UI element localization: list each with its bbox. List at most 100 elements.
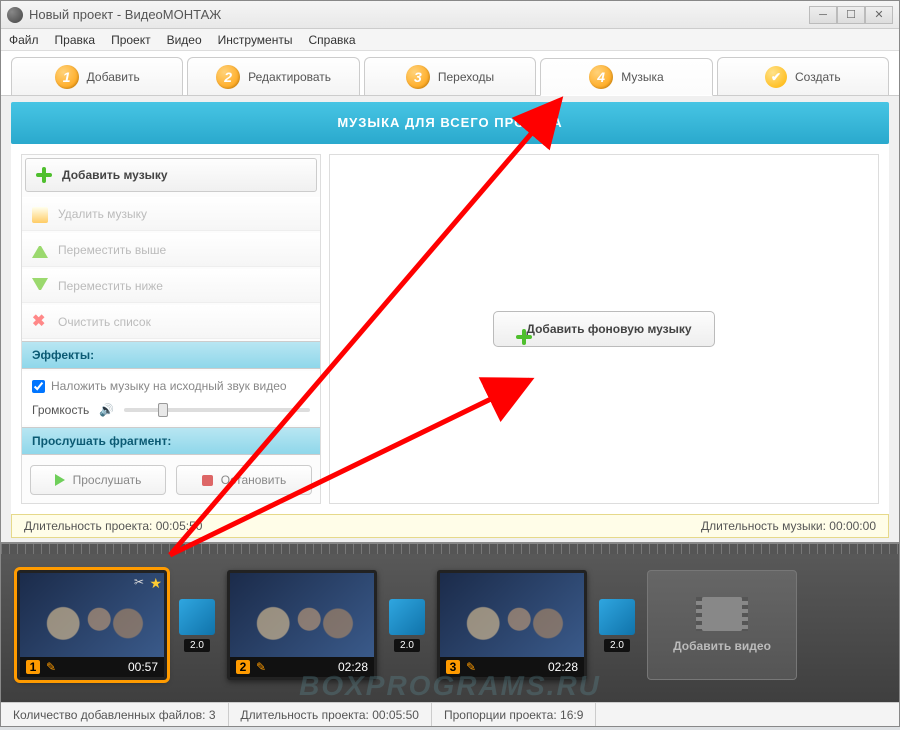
window-title: Новый проект - ВидеоМОНТАЖ — [29, 7, 809, 22]
menu-project[interactable]: Проект — [111, 33, 151, 47]
slider-thumb[interactable] — [158, 403, 168, 417]
aspect-ratio-label: Пропорции проекта: — [444, 708, 557, 722]
tab-add-label: Добавить — [87, 70, 140, 84]
titlebar: Новый проект - ВидеоМОНТАЖ ─ ☐ ✕ — [1, 1, 899, 29]
overlay-label: Наложить музыку на исходный звук видео — [51, 379, 287, 393]
arrow-up-icon — [32, 242, 48, 258]
section-banner: МУЗЫКА ДЛЯ ВСЕГО ПРОЕКТА — [11, 102, 889, 144]
duration-bar: Длительность проекта: 00:05:50 Длительно… — [11, 514, 889, 538]
tab-music[interactable]: 4Музыка — [540, 58, 712, 96]
volume-slider[interactable] — [124, 408, 310, 412]
play-icon — [55, 474, 65, 486]
transition-slot[interactable] — [389, 599, 425, 635]
project-duration-label: Длительность проекта: — [24, 519, 152, 533]
timeline-clip[interactable]: 3✎02:28 — [437, 570, 587, 680]
music-duration-label: Длительность музыки: — [701, 519, 826, 533]
menu-tools[interactable]: Инструменты — [218, 33, 293, 47]
timeline-clip[interactable]: 2✎02:28 — [227, 570, 377, 680]
add-video-button[interactable]: Добавить видео — [647, 570, 797, 680]
clip-thumbnail — [230, 573, 374, 657]
add-bg-music-button[interactable]: Добавить фоновую музыку — [493, 311, 714, 347]
menu-edit[interactable]: Правка — [55, 33, 96, 47]
tab-create[interactable]: ✔Создать — [717, 57, 889, 95]
stop-icon — [202, 475, 213, 486]
files-count-value: 3 — [209, 708, 216, 722]
pencil-icon[interactable]: ✎ — [256, 660, 266, 674]
plus-icon — [36, 167, 52, 183]
delete-music-label: Удалить музыку — [58, 207, 147, 221]
move-down-label: Переместить ниже — [58, 279, 163, 293]
add-video-label: Добавить видео — [673, 639, 771, 653]
speaker-icon: 🔊 — [99, 403, 114, 417]
overlay-checkbox[interactable] — [32, 380, 45, 393]
move-up-button[interactable]: Переместить выше — [22, 233, 320, 267]
scissors-icon: ✂ — [134, 575, 144, 589]
transition-duration: 2.0 — [184, 639, 210, 652]
clip-index: 1 — [26, 660, 40, 674]
close-button[interactable]: ✕ — [865, 6, 893, 24]
project-duration-value: 00:05:50 — [156, 519, 203, 533]
step-tabs: 1Добавить 2Редактировать 3Переходы 4Музы… — [1, 51, 899, 96]
tab-music-label: Музыка — [621, 70, 663, 84]
music-sidebar: Добавить музыку Удалить музыку Перемести… — [21, 154, 321, 504]
clip-time: 00:57 — [128, 660, 158, 674]
statusbar: Количество добавленных файлов: 3 Длитель… — [1, 702, 899, 726]
overlay-checkbox-row[interactable]: Наложить музыку на исходный звук видео — [32, 379, 310, 393]
clip-thumbnail — [440, 573, 584, 657]
add-bg-music-label: Добавить фоновую музыку — [526, 322, 691, 336]
tab-add[interactable]: 1Добавить — [11, 57, 183, 95]
delete-music-button[interactable]: Удалить музыку — [22, 197, 320, 231]
effects-header: Эффекты: — [22, 341, 320, 369]
volume-row: Громкость 🔊 — [32, 403, 310, 417]
move-up-label: Переместить выше — [58, 243, 166, 257]
clip-thumbnail: ✂★ — [20, 573, 164, 657]
status-duration-value: 00:05:50 — [372, 708, 419, 722]
music-duration-value: 00:00:00 — [829, 519, 876, 533]
stop-label: Остановить — [221, 473, 287, 487]
status-duration-label: Длительность проекта: — [241, 708, 369, 722]
app-icon — [7, 7, 23, 23]
timeline-clip[interactable]: ✂★ 1✎00:57 — [17, 570, 167, 680]
transition-slot[interactable] — [179, 599, 215, 635]
add-music-label: Добавить музыку — [62, 168, 168, 182]
tab-edit[interactable]: 2Редактировать — [187, 57, 359, 95]
tab-edit-label: Редактировать — [248, 70, 331, 84]
effects-body: Наложить музыку на исходный звук видео Г… — [22, 371, 320, 425]
clear-list-button[interactable]: ✖ Очистить список — [22, 305, 320, 339]
film-icon — [702, 597, 742, 631]
x-icon: ✖ — [32, 314, 48, 330]
clear-list-label: Очистить список — [58, 315, 151, 329]
clip-index: 2 — [236, 660, 250, 674]
transition-duration: 2.0 — [394, 639, 420, 652]
play-button[interactable]: Прослушать — [30, 465, 166, 495]
music-main-panel: Добавить фоновую музыку — [329, 154, 879, 504]
minimize-button[interactable]: ─ — [809, 6, 837, 24]
content-area: Добавить музыку Удалить музыку Перемести… — [11, 144, 889, 514]
minus-icon — [32, 207, 48, 223]
transition-duration: 2.0 — [604, 639, 630, 652]
tab-transitions-label: Переходы — [438, 70, 494, 84]
pencil-icon[interactable]: ✎ — [46, 660, 56, 674]
arrow-down-icon — [32, 278, 48, 294]
menubar: Файл Правка Проект Видео Инструменты Спр… — [1, 29, 899, 51]
tab-create-label: Создать — [795, 70, 841, 84]
star-icon: ★ — [149, 575, 162, 592]
tab-transitions[interactable]: 3Переходы — [364, 57, 536, 95]
watermark: BOXPROGRAMS.RU — [299, 670, 601, 702]
listen-buttons: Прослушать Остановить — [22, 457, 320, 503]
volume-label: Громкость — [32, 403, 89, 417]
play-label: Прослушать — [73, 473, 142, 487]
maximize-button[interactable]: ☐ — [837, 6, 865, 24]
files-count-label: Количество добавленных файлов: — [13, 708, 205, 722]
menu-file[interactable]: Файл — [9, 33, 39, 47]
menu-video[interactable]: Видео — [167, 33, 202, 47]
move-down-button[interactable]: Переместить ниже — [22, 269, 320, 303]
aspect-ratio-value: 16:9 — [560, 708, 583, 722]
stop-button[interactable]: Остановить — [176, 465, 312, 495]
app-window: Новый проект - ВидеоМОНТАЖ ─ ☐ ✕ Файл Пр… — [0, 0, 900, 727]
music-drop-area: Добавить фоновую музыку — [330, 155, 878, 503]
add-music-button[interactable]: Добавить музыку — [25, 158, 317, 192]
transition-slot[interactable] — [599, 599, 635, 635]
listen-header: Прослушать фрагмент: — [22, 427, 320, 455]
menu-help[interactable]: Справка — [308, 33, 355, 47]
